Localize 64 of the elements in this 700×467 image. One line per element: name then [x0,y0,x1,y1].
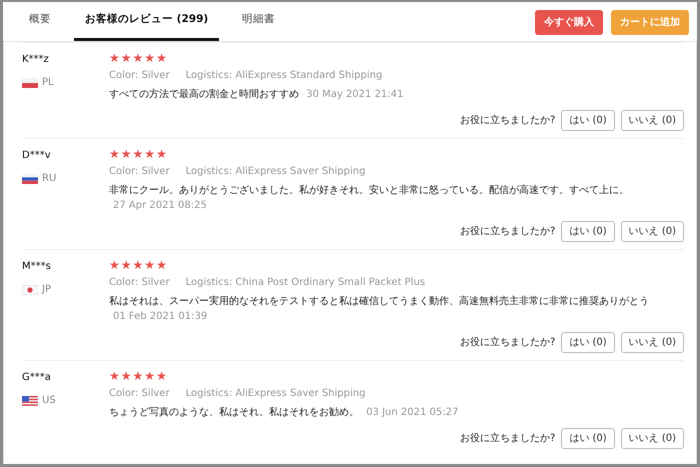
yes-vote-button[interactable]: はい (0) [561,110,615,131]
star-icon: ★ [144,370,156,382]
star-icon: ★ [144,148,156,160]
star-icon: ★ [109,370,120,382]
star-icon: ★ [144,259,156,271]
helpful-question: お役に立ちましたか? [460,114,556,128]
star-icon: ★ [120,259,132,271]
star-icon: ★ [109,148,120,160]
no-vote-button[interactable]: いいえ (0) [620,221,684,242]
shipping-method: Logistics: AliExpress Saver Shipping [186,387,366,401]
country-code: US [42,394,56,408]
yes-vote-button[interactable]: はい (0) [561,221,615,242]
shipping-method: Logistics: AliExpress Standard Shipping [186,69,382,83]
country-code: RU [42,172,56,186]
reviewer-name: K***z [22,53,50,67]
reviewer-name: M***s [22,260,52,274]
no-vote-button[interactable]: いいえ (0) [620,428,684,449]
helpful-question: お役に立ちましたか? [460,432,556,446]
no-vote-button[interactable]: いいえ (0) [620,332,684,353]
flag-icon [22,284,38,294]
flag-icon [22,396,38,406]
yes-vote-button[interactable]: はい (0) [561,428,615,449]
review-text: ちょうど写真のような、私はそれ。私はそれをお勧め。 [109,407,359,418]
review-date: 03 Jun 2021 05:27 [366,407,458,418]
star-icon: ★ [109,259,120,271]
review-text: 非常にクール。ありがとうございました。私が好きそれ。安いと非常に怒っている。配信が高速です。すべて上に。 [109,185,629,196]
star-icon: ★ [132,52,144,64]
review-date: 30 May 2021 21:41 [306,89,404,100]
reviewer-name: D***v [22,149,52,163]
shipping-method: Logistics: AliExpress Saver Shipping [186,165,366,179]
country-code: JP [42,283,51,297]
star-icon: ★ [120,52,132,64]
star-icon: ★ [156,148,167,160]
buy-now-button[interactable]: 今すぐ購入 [535,10,603,35]
flag-icon [22,174,38,184]
country-code: PL [42,76,54,90]
review-text: すべての方法で最高の割金と時間おすすめ [109,89,299,100]
star-icon: ★ [132,148,144,160]
review-text: 私はそれは、スーパー実用的なそれをテストすると私は確信してうまく動作、高速無料売主非常に非常に推奨ありがとう [109,296,649,307]
tab[interactable]: 概要 [18,2,62,41]
review-date: 27 Apr 2021 08:25 [113,200,207,211]
shipping-method: Logistics: China Post Ordinary Small Packet Plus [186,276,426,290]
star-icon: ★ [156,370,167,382]
product-color: Color: Silver [109,276,170,290]
product-color: Color: Silver [109,69,170,83]
star-icon: ★ [144,52,156,64]
no-vote-button[interactable]: いいえ (0) [620,110,684,131]
star-icon: ★ [156,52,167,64]
tab[interactable]: お客様のレビュー (299) [74,2,220,41]
product-color: Color: Silver [109,387,170,401]
review-date: 01 Feb 2021 01:39 [113,311,208,322]
star-icon: ★ [120,370,132,382]
tab[interactable]: 明細書 [231,2,286,41]
star-icon: ★ [132,259,144,271]
star-icon: ★ [156,259,167,271]
star-icon: ★ [109,52,120,64]
helpful-question: お役に立ちましたか? [460,224,556,239]
helpful-question: お役に立ちましたか? [460,336,556,350]
star-icon: ★ [132,370,144,382]
flag-icon [22,78,38,88]
reviewer-name: G***a [22,371,52,385]
product-color: Color: Silver [109,165,170,179]
star-icon: ★ [120,148,132,160]
yes-vote-button[interactable]: はい (0) [561,332,615,353]
